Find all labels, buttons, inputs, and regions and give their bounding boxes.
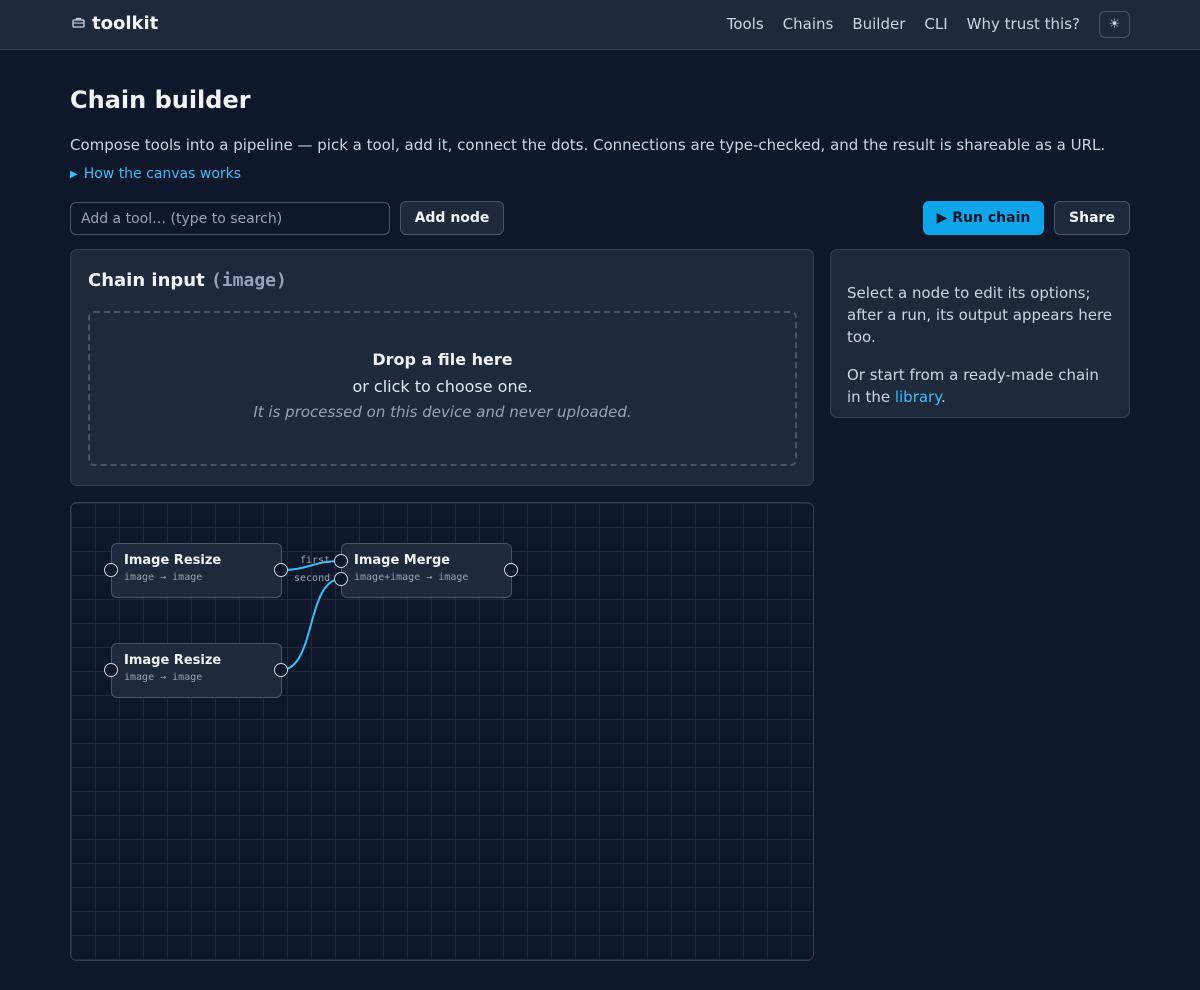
node-title: Image Resize <box>124 653 222 668</box>
node-image-resize-2[interactable]: Image Resize image → image <box>111 643 282 698</box>
node-image-merge[interactable]: Image Merge image+image → image <box>341 543 512 598</box>
run-chain-button[interactable]: ▶ Run chain <box>923 201 1044 235</box>
output-port[interactable] <box>274 663 288 677</box>
chain-canvas[interactable]: Image Resize image → image Image Resize … <box>70 502 814 961</box>
chain-input-panel: Chain input (image) Drop a file here or … <box>70 249 814 486</box>
input-port[interactable] <box>104 663 118 677</box>
nav-why-trust[interactable]: Why trust this? <box>967 15 1080 33</box>
add-tool-search-input[interactable] <box>70 202 390 235</box>
chain-input-type: (image) <box>211 270 287 291</box>
sun-icon: ☀ <box>1108 17 1121 32</box>
input-port-first[interactable] <box>334 554 348 568</box>
brand-name: toolkit <box>92 13 159 34</box>
theme-toggle-button[interactable]: ☀ <box>1099 11 1130 38</box>
toolbox-icon <box>72 16 85 32</box>
chain-input-label: Chain input <box>88 270 205 291</box>
options-hint: Select a node to edit its options; after… <box>847 284 1113 346</box>
wire-resize2-to-merge-second <box>280 578 342 671</box>
library-hint-text: Or start from a ready-made chain in the <box>847 366 1099 406</box>
node-signature: image → image <box>124 572 203 583</box>
canvas-help-label: How the canvas works <box>83 166 242 182</box>
dropzone-subtext: or click to choose one. <box>352 377 533 396</box>
node-title: Image Merge <box>354 553 451 568</box>
nav-cli[interactable]: CLI <box>924 15 947 33</box>
canvas-help-toggle[interactable]: ▶ How the canvas works <box>70 166 241 182</box>
input-port[interactable] <box>104 563 118 577</box>
output-port[interactable] <box>274 563 288 577</box>
library-hint: Or start from a ready-made chain in the … <box>847 364 1113 408</box>
top-navbar: toolkit Tools Chains Builder CLI Why tru… <box>0 0 1200 50</box>
page-title: Chain builder <box>70 86 251 114</box>
chain-input-title: Chain input (image) <box>88 270 287 291</box>
node-signature: image+image → image <box>354 572 469 583</box>
page-description: Compose tools into a pipeline — pick a t… <box>70 136 1106 154</box>
nav-builder[interactable]: Builder <box>852 15 905 33</box>
port-label-second: second <box>294 573 331 584</box>
main-nav: Tools Chains Builder CLI Why trust this? <box>708 15 1080 33</box>
share-button[interactable]: Share <box>1054 201 1130 235</box>
file-dropzone[interactable]: Drop a file here or click to choose one.… <box>88 311 797 466</box>
node-title: Image Resize <box>124 553 222 568</box>
nav-chains[interactable]: Chains <box>783 15 834 33</box>
node-image-resize-1[interactable]: Image Resize image → image <box>111 543 282 598</box>
dropzone-heading: Drop a file here <box>372 350 513 369</box>
library-link[interactable]: library <box>895 388 941 406</box>
brand-logo[interactable]: toolkit <box>72 13 158 34</box>
node-signature: image → image <box>124 672 203 683</box>
output-port[interactable] <box>504 563 518 577</box>
node-options-panel: Select a node to edit its options; after… <box>830 249 1130 418</box>
dropzone-privacy-note: It is processed on this device and never… <box>253 403 632 421</box>
nav-tools[interactable]: Tools <box>727 15 764 33</box>
library-hint-end: . <box>940 388 946 406</box>
add-node-button[interactable]: Add node <box>400 201 504 235</box>
disclosure-triangle-icon: ▶ <box>70 168 78 180</box>
port-label-first: first <box>300 555 331 566</box>
input-port-second[interactable] <box>334 572 348 586</box>
